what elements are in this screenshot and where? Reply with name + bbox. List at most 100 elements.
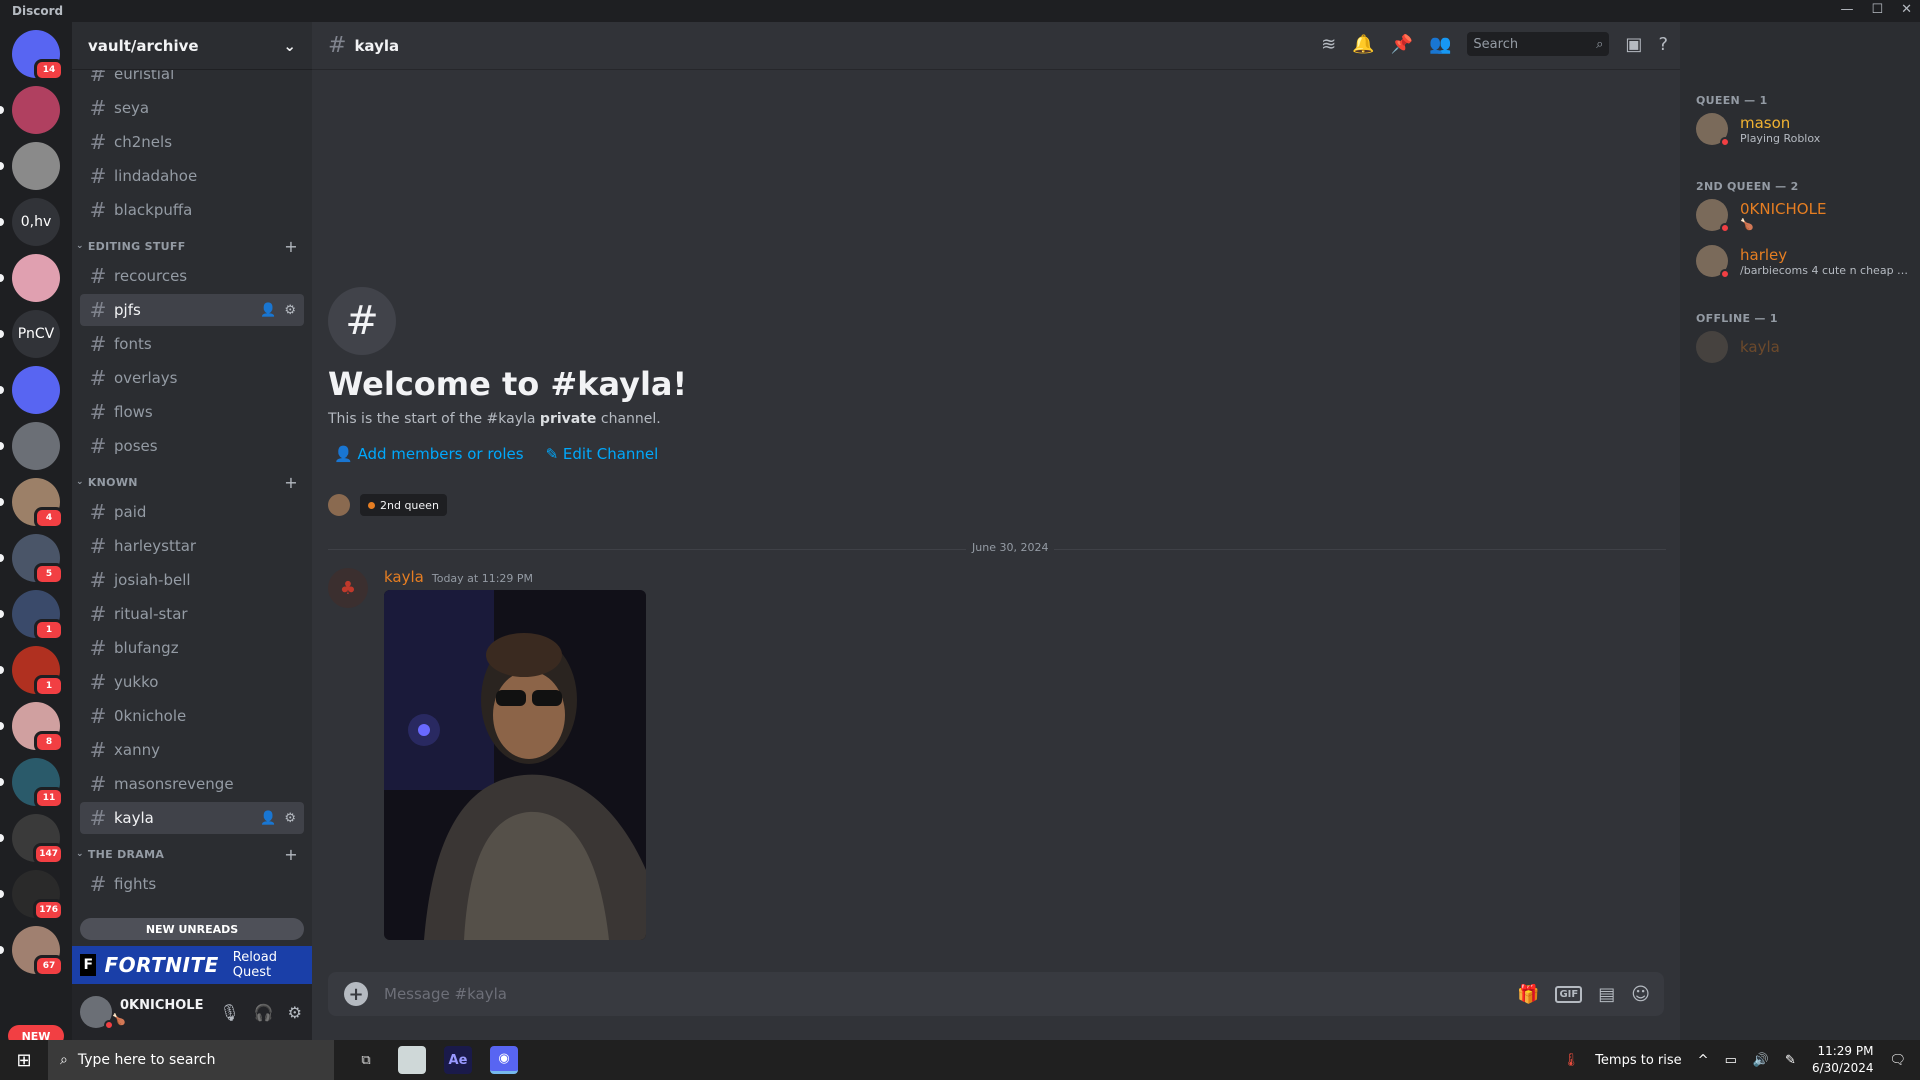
microphone-icon[interactable]: 🎙: [219, 1003, 239, 1022]
notepad-app-icon[interactable]: [398, 1046, 426, 1074]
channel-item[interactable]: # euristial: [80, 70, 304, 90]
unread-badge: 147: [33, 843, 64, 865]
bell-icon[interactable]: 🔔: [1352, 34, 1374, 55]
hashtag-icon: #: [89, 670, 107, 694]
channel-item[interactable]: # josiah-bell: [80, 564, 304, 596]
channel-item[interactable]: # xanny: [80, 734, 304, 766]
quest-banner[interactable]: F FORTNITE Reload Quest: [72, 946, 312, 984]
server-icon[interactable]: [12, 142, 60, 190]
network-icon[interactable]: ▭: [1725, 1053, 1737, 1068]
channel-category[interactable]: ⌄ KNOWN +: [76, 470, 304, 494]
help-icon[interactable]: ?: [1658, 34, 1668, 55]
channel-item[interactable]: # pjfs 👤 ⚙: [80, 294, 304, 326]
server-icon[interactable]: 1: [12, 646, 64, 697]
channel-item[interactable]: # masonsrevenge: [80, 768, 304, 800]
search-input[interactable]: Search ⌕: [1467, 32, 1610, 56]
channel-item[interactable]: # blufangz: [80, 632, 304, 664]
server-icon[interactable]: 1: [12, 590, 64, 641]
emoji-icon[interactable]: ☺: [1631, 984, 1650, 1005]
new-unreads-button[interactable]: NEW UNREADS: [80, 918, 304, 940]
settings-gear-icon[interactable]: ⚙: [284, 811, 296, 826]
server-icon[interactable]: 147: [12, 814, 64, 865]
avatar[interactable]: ♣: [328, 568, 368, 608]
sticker-icon[interactable]: ▤: [1598, 984, 1615, 1005]
task-view-icon[interactable]: ⧉: [352, 1046, 380, 1074]
invite-icon[interactable]: 👤: [260, 811, 276, 826]
message-author[interactable]: kayla: [384, 568, 424, 586]
channel-item[interactable]: # paid: [80, 496, 304, 528]
server-icon[interactable]: 176: [12, 870, 64, 921]
add-channel-icon[interactable]: +: [284, 845, 298, 864]
channel-item[interactable]: # fights: [80, 868, 304, 900]
notification-center-icon[interactable]: 🗨: [1889, 1053, 1906, 1068]
channel-item[interactable]: # seya: [80, 92, 304, 124]
channel-item[interactable]: # kayla 👤 ⚙: [80, 802, 304, 834]
threads-icon[interactable]: ≋: [1321, 34, 1336, 55]
avatar[interactable]: [80, 996, 114, 1030]
volume-icon[interactable]: 🔊: [1753, 1053, 1769, 1068]
channel-item[interactable]: # fonts: [80, 328, 304, 360]
channel-item[interactable]: # ch2nels: [80, 126, 304, 158]
channel-item[interactable]: # harleysttar: [80, 530, 304, 562]
weather-text[interactable]: Temps to rise: [1595, 1053, 1681, 1068]
channel-item[interactable]: # recources: [80, 260, 304, 292]
close-icon[interactable]: ✕: [1901, 2, 1912, 17]
message-composer[interactable]: + Message #kayla 🎁 GIF ▤ ☺: [328, 972, 1664, 1016]
server-icon[interactable]: 8: [12, 702, 64, 753]
server-icon[interactable]: 67: [12, 926, 64, 977]
maximize-icon[interactable]: ☐: [1871, 2, 1883, 17]
channel-item[interactable]: #0knichole: [80, 700, 304, 732]
after-effects-app-icon[interactable]: Ae: [444, 1046, 472, 1074]
minimize-icon[interactable]: —: [1840, 2, 1853, 17]
settings-gear-icon[interactable]: ⚙: [284, 303, 296, 318]
server-icon[interactable]: PnCV: [12, 310, 60, 358]
server-icon[interactable]: 4: [12, 478, 64, 529]
inbox-icon[interactable]: ▣: [1625, 34, 1642, 55]
channel-item[interactable]: # yukko: [80, 666, 304, 698]
channel-item[interactable]: # overlays: [80, 362, 304, 394]
channel-item[interactable]: # ritual-star: [80, 598, 304, 630]
channel-category[interactable]: ⌄ THE DRAMA +: [76, 842, 304, 866]
channel-label: seya: [114, 99, 150, 117]
channel-category[interactable]: ⌄ EDITING STUFF +: [76, 234, 304, 258]
server-icon[interactable]: [12, 422, 60, 470]
message-image-attachment[interactable]: [384, 590, 646, 940]
chevron-up-icon[interactable]: ^: [1698, 1053, 1709, 1068]
add-channel-icon[interactable]: +: [284, 473, 298, 492]
attach-plus-icon[interactable]: +: [344, 982, 368, 1006]
channel-item[interactable]: # lindadahoe: [80, 160, 304, 192]
taskbar-search-input[interactable]: ⌕ Type here to search: [48, 1040, 334, 1080]
discord-app-icon[interactable]: ◉: [490, 1046, 518, 1074]
server-icon[interactable]: 11: [12, 758, 64, 809]
gift-icon[interactable]: 🎁: [1517, 984, 1539, 1005]
member-item[interactable]: kayla: [1696, 326, 1912, 368]
add-members-link[interactable]: 👤 Add members or roles: [334, 445, 524, 463]
new-servers-badge[interactable]: NEW: [8, 1025, 64, 1040]
system-clock[interactable]: 11:29 PM 6/30/2024: [1812, 1043, 1874, 1077]
server-icon[interactable]: 14: [12, 30, 64, 81]
pin-icon[interactable]: 📌: [1391, 34, 1413, 55]
channel-item[interactable]: # blackpuffa: [80, 194, 304, 226]
channel-item[interactable]: # flows: [80, 396, 304, 428]
invite-icon[interactable]: 👤: [260, 303, 276, 318]
member-item[interactable]: harley/barbiecoms 4 cute n cheap e...: [1696, 240, 1912, 282]
pen-icon[interactable]: ✎: [1785, 1053, 1796, 1068]
hashtag-icon: #: [89, 500, 107, 524]
gif-icon[interactable]: GIF: [1555, 985, 1583, 1003]
windows-start-icon[interactable]: ⊞: [0, 1040, 48, 1080]
server-icon[interactable]: [12, 86, 60, 134]
role-pill[interactable]: 2nd queen: [360, 494, 447, 516]
member-item[interactable]: 0KNICHOLE 🍗: [1696, 194, 1912, 236]
server-icon[interactable]: [12, 254, 60, 302]
add-channel-icon[interactable]: +: [284, 237, 298, 256]
server-header[interactable]: vault/archive ⌄: [72, 22, 312, 70]
settings-gear-icon[interactable]: ⚙: [288, 1003, 302, 1022]
server-icon[interactable]: 0,hv: [12, 198, 60, 246]
member-list-icon[interactable]: 👥: [1429, 34, 1451, 55]
channel-item[interactable]: # poses: [80, 430, 304, 462]
headphones-icon[interactable]: 🎧: [254, 1003, 274, 1022]
edit-channel-link[interactable]: ✎ Edit Channel: [546, 445, 659, 463]
member-item[interactable]: mason Playing Roblox: [1696, 108, 1912, 150]
server-icon[interactable]: 5: [12, 534, 64, 585]
server-icon[interactable]: [12, 366, 60, 414]
